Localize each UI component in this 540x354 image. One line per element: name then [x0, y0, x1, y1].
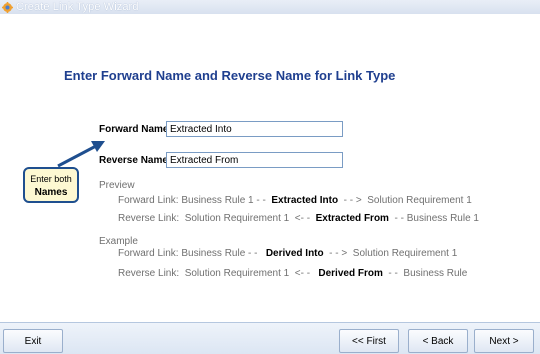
example-reverse-line: Reverse Link: Solution Requirement 1 <- … — [118, 268, 467, 279]
preview-forward-line: Forward Link: Business Rule 1 - - Extrac… — [118, 195, 472, 206]
preview-title: Preview — [99, 180, 135, 191]
title-bar: Create Link Type Wizard — [0, 0, 540, 14]
preview-forward-name: Extracted Into — [271, 195, 339, 206]
example-forward-suffix: - - > Solution Requirement 1 — [323, 248, 458, 259]
preview-reverse-name: Extracted From — [315, 213, 389, 224]
exit-button[interactable]: Exit — [3, 329, 63, 353]
preview-reverse-line: Reverse Link: Solution Requirement 1 <- … — [118, 213, 479, 224]
hint-callout: Enter both Names — [23, 167, 79, 203]
gear-icon — [2, 1, 13, 13]
page-heading: Enter Forward Name and Reverse Name for … — [64, 68, 396, 83]
next-button[interactable]: Next > — [474, 329, 534, 353]
example-reverse-prefix: Reverse Link: Solution Requirement 1 <- … — [118, 268, 319, 279]
back-button[interactable]: < Back — [408, 329, 468, 353]
example-forward-prefix: Forward Link: Business Rule - - — [118, 248, 266, 259]
example-forward-line: Forward Link: Business Rule - - Derived … — [118, 248, 457, 259]
example-forward-name: Derived Into — [265, 248, 324, 259]
example-title: Example — [99, 236, 138, 247]
callout-arrow — [57, 141, 105, 168]
example-reverse-name: Derived From — [318, 268, 383, 279]
window-title: Create Link Type Wizard — [16, 1, 139, 13]
example-reverse-suffix: - - Business Rule — [382, 268, 468, 279]
reverse-name-input[interactable] — [166, 152, 343, 168]
wizard-footer: Exit << First < Back Next > — [0, 322, 540, 354]
preview-reverse-suffix: - - Business Rule 1 — [388, 213, 480, 224]
callout-line1: Enter both — [30, 174, 72, 184]
callout-line2: Names — [34, 187, 68, 198]
preview-forward-prefix: Forward Link: Business Rule 1 - - — [118, 195, 272, 206]
preview-forward-suffix: - - > Solution Requirement 1 — [338, 195, 472, 206]
first-button[interactable]: << First — [339, 329, 399, 353]
preview-reverse-prefix: Reverse Link: Solution Requirement 1 <- … — [118, 213, 316, 224]
forward-name-label: Forward Name: — [99, 124, 172, 135]
reverse-name-label: Reverse Name: — [99, 155, 172, 166]
forward-name-input[interactable] — [166, 121, 343, 137]
